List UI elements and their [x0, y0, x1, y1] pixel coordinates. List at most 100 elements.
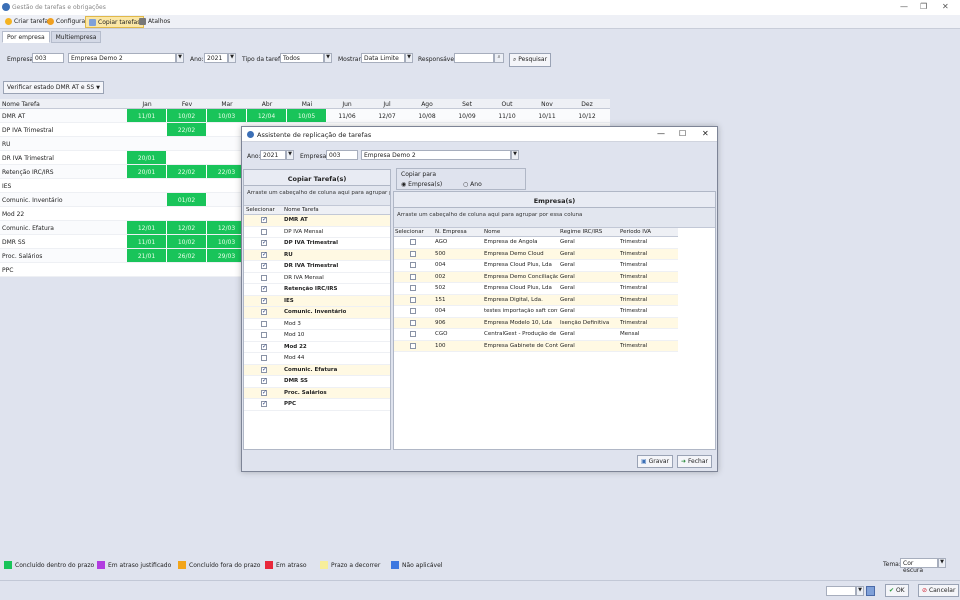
verify-dmr-button[interactable]: Verificar estado DMR AT e SS ▼ [3, 81, 104, 94]
column-header[interactable]: Período IVA [620, 229, 651, 235]
search-button[interactable]: ⌕ Pesquisar [509, 53, 552, 67]
list-item[interactable]: RU [244, 249, 390, 261]
select-checkbox[interactable] [261, 332, 267, 338]
tab-por-empresa[interactable]: Por empresa [2, 31, 50, 43]
select-checkbox[interactable] [261, 251, 267, 258]
due-date-cell[interactable]: 10/11 [527, 109, 567, 122]
due-date-cell[interactable]: 11/10 [487, 109, 527, 122]
calendar-icon[interactable] [866, 586, 875, 596]
tipo-select[interactable]: Todos [280, 53, 324, 63]
select-checkbox[interactable] [261, 320, 267, 327]
select-checkbox[interactable] [410, 319, 416, 326]
select-checkbox[interactable] [410, 308, 416, 314]
table-row[interactable]: 004 Empresa Cloud Plus, Lda Geral Trimestra… [394, 260, 678, 272]
due-date-cell[interactable]: 11/01 [127, 109, 167, 122]
table-row[interactable]: 500 Empresa Demo Cloud Geral Trimestral [394, 248, 678, 260]
select-checkbox[interactable] [261, 400, 267, 407]
radio-empresas[interactable]: ◉ Empresa(s) [401, 181, 442, 188]
table-row[interactable]: 502 Empresa Cloud Plus, Lda Geral Trimestra… [394, 283, 678, 295]
minimize-icon[interactable]: — [900, 2, 908, 11]
select-checkbox[interactable] [261, 343, 267, 350]
due-date-cell[interactable]: 12/01 [127, 221, 167, 234]
select-checkbox[interactable] [261, 216, 267, 223]
due-date-cell[interactable]: 11/06 [327, 109, 367, 122]
select-checkbox[interactable] [261, 285, 267, 292]
column-header[interactable]: Selecionar [395, 229, 424, 235]
due-date-cell[interactable]: 26/02 [167, 249, 207, 262]
close-icon[interactable]: ✕ [942, 2, 949, 11]
maximize-icon[interactable]: ❐ [920, 2, 927, 11]
select-checkbox[interactable] [261, 297, 267, 304]
dialog-empresa-code[interactable]: 003 [326, 150, 358, 160]
shortcuts-button[interactable]: Atalhos [136, 16, 173, 28]
due-date-cell[interactable]: 10/02 [167, 235, 207, 248]
select-checkbox[interactable] [261, 389, 267, 396]
chevron-down-icon[interactable]: ▼ [405, 53, 413, 63]
select-checkbox[interactable] [261, 355, 267, 361]
due-date-cell[interactable]: 12/04 [247, 109, 287, 122]
select-checkbox[interactable] [410, 273, 416, 280]
chevron-down-icon[interactable]: ▼ [286, 150, 294, 160]
empresa-code-input[interactable]: 003 [32, 53, 64, 63]
dialog-empresa-name[interactable]: Empresa Demo 2 [361, 150, 511, 160]
due-date-cell[interactable]: 10/03 [207, 109, 247, 122]
due-date-cell[interactable]: 10/02 [167, 109, 207, 122]
table-row[interactable]: 100 Empresa Gabinete de ContabiliGeral Tri… [394, 340, 678, 352]
responsavel-input[interactable] [454, 53, 494, 63]
chevron-down-icon[interactable]: ▼ [228, 53, 236, 63]
column-header[interactable]: Nome Tarefa [284, 207, 319, 213]
select-checkbox[interactable] [410, 331, 416, 337]
list-item[interactable]: Mod 44 [244, 353, 390, 365]
due-date-cell[interactable]: 01/02 [167, 193, 207, 206]
due-date-cell[interactable]: 10/12 [567, 109, 607, 122]
select-checkbox[interactable] [261, 377, 267, 384]
due-date-cell[interactable]: 12/02 [167, 221, 207, 234]
column-header[interactable]: Regime IRC/IRS [560, 229, 602, 235]
due-date-cell[interactable]: 21/01 [127, 249, 167, 262]
ok-button[interactable]: ✔ OK [885, 584, 909, 597]
cancel-button[interactable]: ⊘ Cancelar [918, 584, 960, 597]
list-item[interactable]: Proc. Salários [244, 387, 390, 399]
chevron-down-icon[interactable]: ▼ [324, 53, 332, 63]
tab-multiempresa[interactable]: Multiempresa [50, 31, 102, 43]
list-item[interactable]: Comunic. Inventário [244, 307, 390, 319]
chevron-down-icon[interactable]: ▼ [176, 53, 184, 63]
table-row[interactable]: AGO Empresa de Angola Geral Trimestral [394, 237, 678, 249]
due-date-cell[interactable]: 10/05 [287, 109, 327, 122]
group-by-area[interactable]: Arraste um cabeçalho de coluna aqui para… [394, 208, 715, 228]
table-row[interactable]: CGO CentralGest - Produção de SofGeral Men… [394, 329, 678, 341]
select-checkbox[interactable] [410, 250, 416, 257]
tema-select[interactable]: Cor escura [900, 558, 938, 574]
select-checkbox[interactable] [410, 285, 416, 291]
list-item[interactable]: DMR SS [244, 376, 390, 388]
chevron-down-icon[interactable]: ▼ [938, 558, 946, 568]
select-checkbox[interactable] [410, 239, 416, 245]
table-row[interactable]: 906 Empresa Modelo 10, Lda Isenção Definit… [394, 317, 678, 329]
due-date-cell[interactable]: 20/01 [127, 151, 167, 164]
chevron-down-icon[interactable]: ▼ [856, 586, 864, 596]
select-checkbox[interactable] [261, 228, 267, 235]
close-button[interactable]: ➜ Fechar [677, 455, 712, 468]
select-checkbox[interactable] [261, 366, 267, 373]
select-checkbox[interactable] [261, 239, 267, 246]
radio-ano[interactable]: ○ Ano [463, 181, 482, 188]
list-item[interactable]: Mod 3 [244, 319, 390, 330]
table-row[interactable]: DMR AT 11/01 10/02 10/03 12/04 10/05 11/06 12/0… [0, 109, 610, 123]
column-header[interactable]: N. Empresa [435, 229, 467, 235]
due-date-cell[interactable]: 22/02 [167, 165, 207, 178]
due-date-cell[interactable]: 22/02 [167, 123, 207, 136]
select-checkbox[interactable] [410, 296, 416, 303]
list-item[interactable]: DR IVA Mensal [244, 273, 390, 284]
ano-input[interactable]: 2021 [204, 53, 228, 63]
configure-button[interactable]: Configurar [44, 16, 91, 28]
select-checkbox[interactable] [410, 342, 416, 349]
table-row[interactable]: 151 Empresa Digital, Lda. Geral Trimestral [394, 294, 678, 306]
list-item[interactable]: DR IVA Trimestral [244, 261, 390, 273]
group-by-area[interactable]: Arraste um cabeçalho de coluna aqui para… [244, 186, 390, 206]
dialog-ano-input[interactable]: 2021 [260, 150, 286, 160]
list-item[interactable]: DP IVA Trimestral [244, 238, 390, 250]
list-item[interactable]: IES [244, 295, 390, 307]
due-date-cell[interactable]: 11/01 [127, 235, 167, 248]
save-button[interactable]: ▣ Gravar [637, 455, 674, 468]
close-icon[interactable]: ✕ [702, 129, 709, 138]
